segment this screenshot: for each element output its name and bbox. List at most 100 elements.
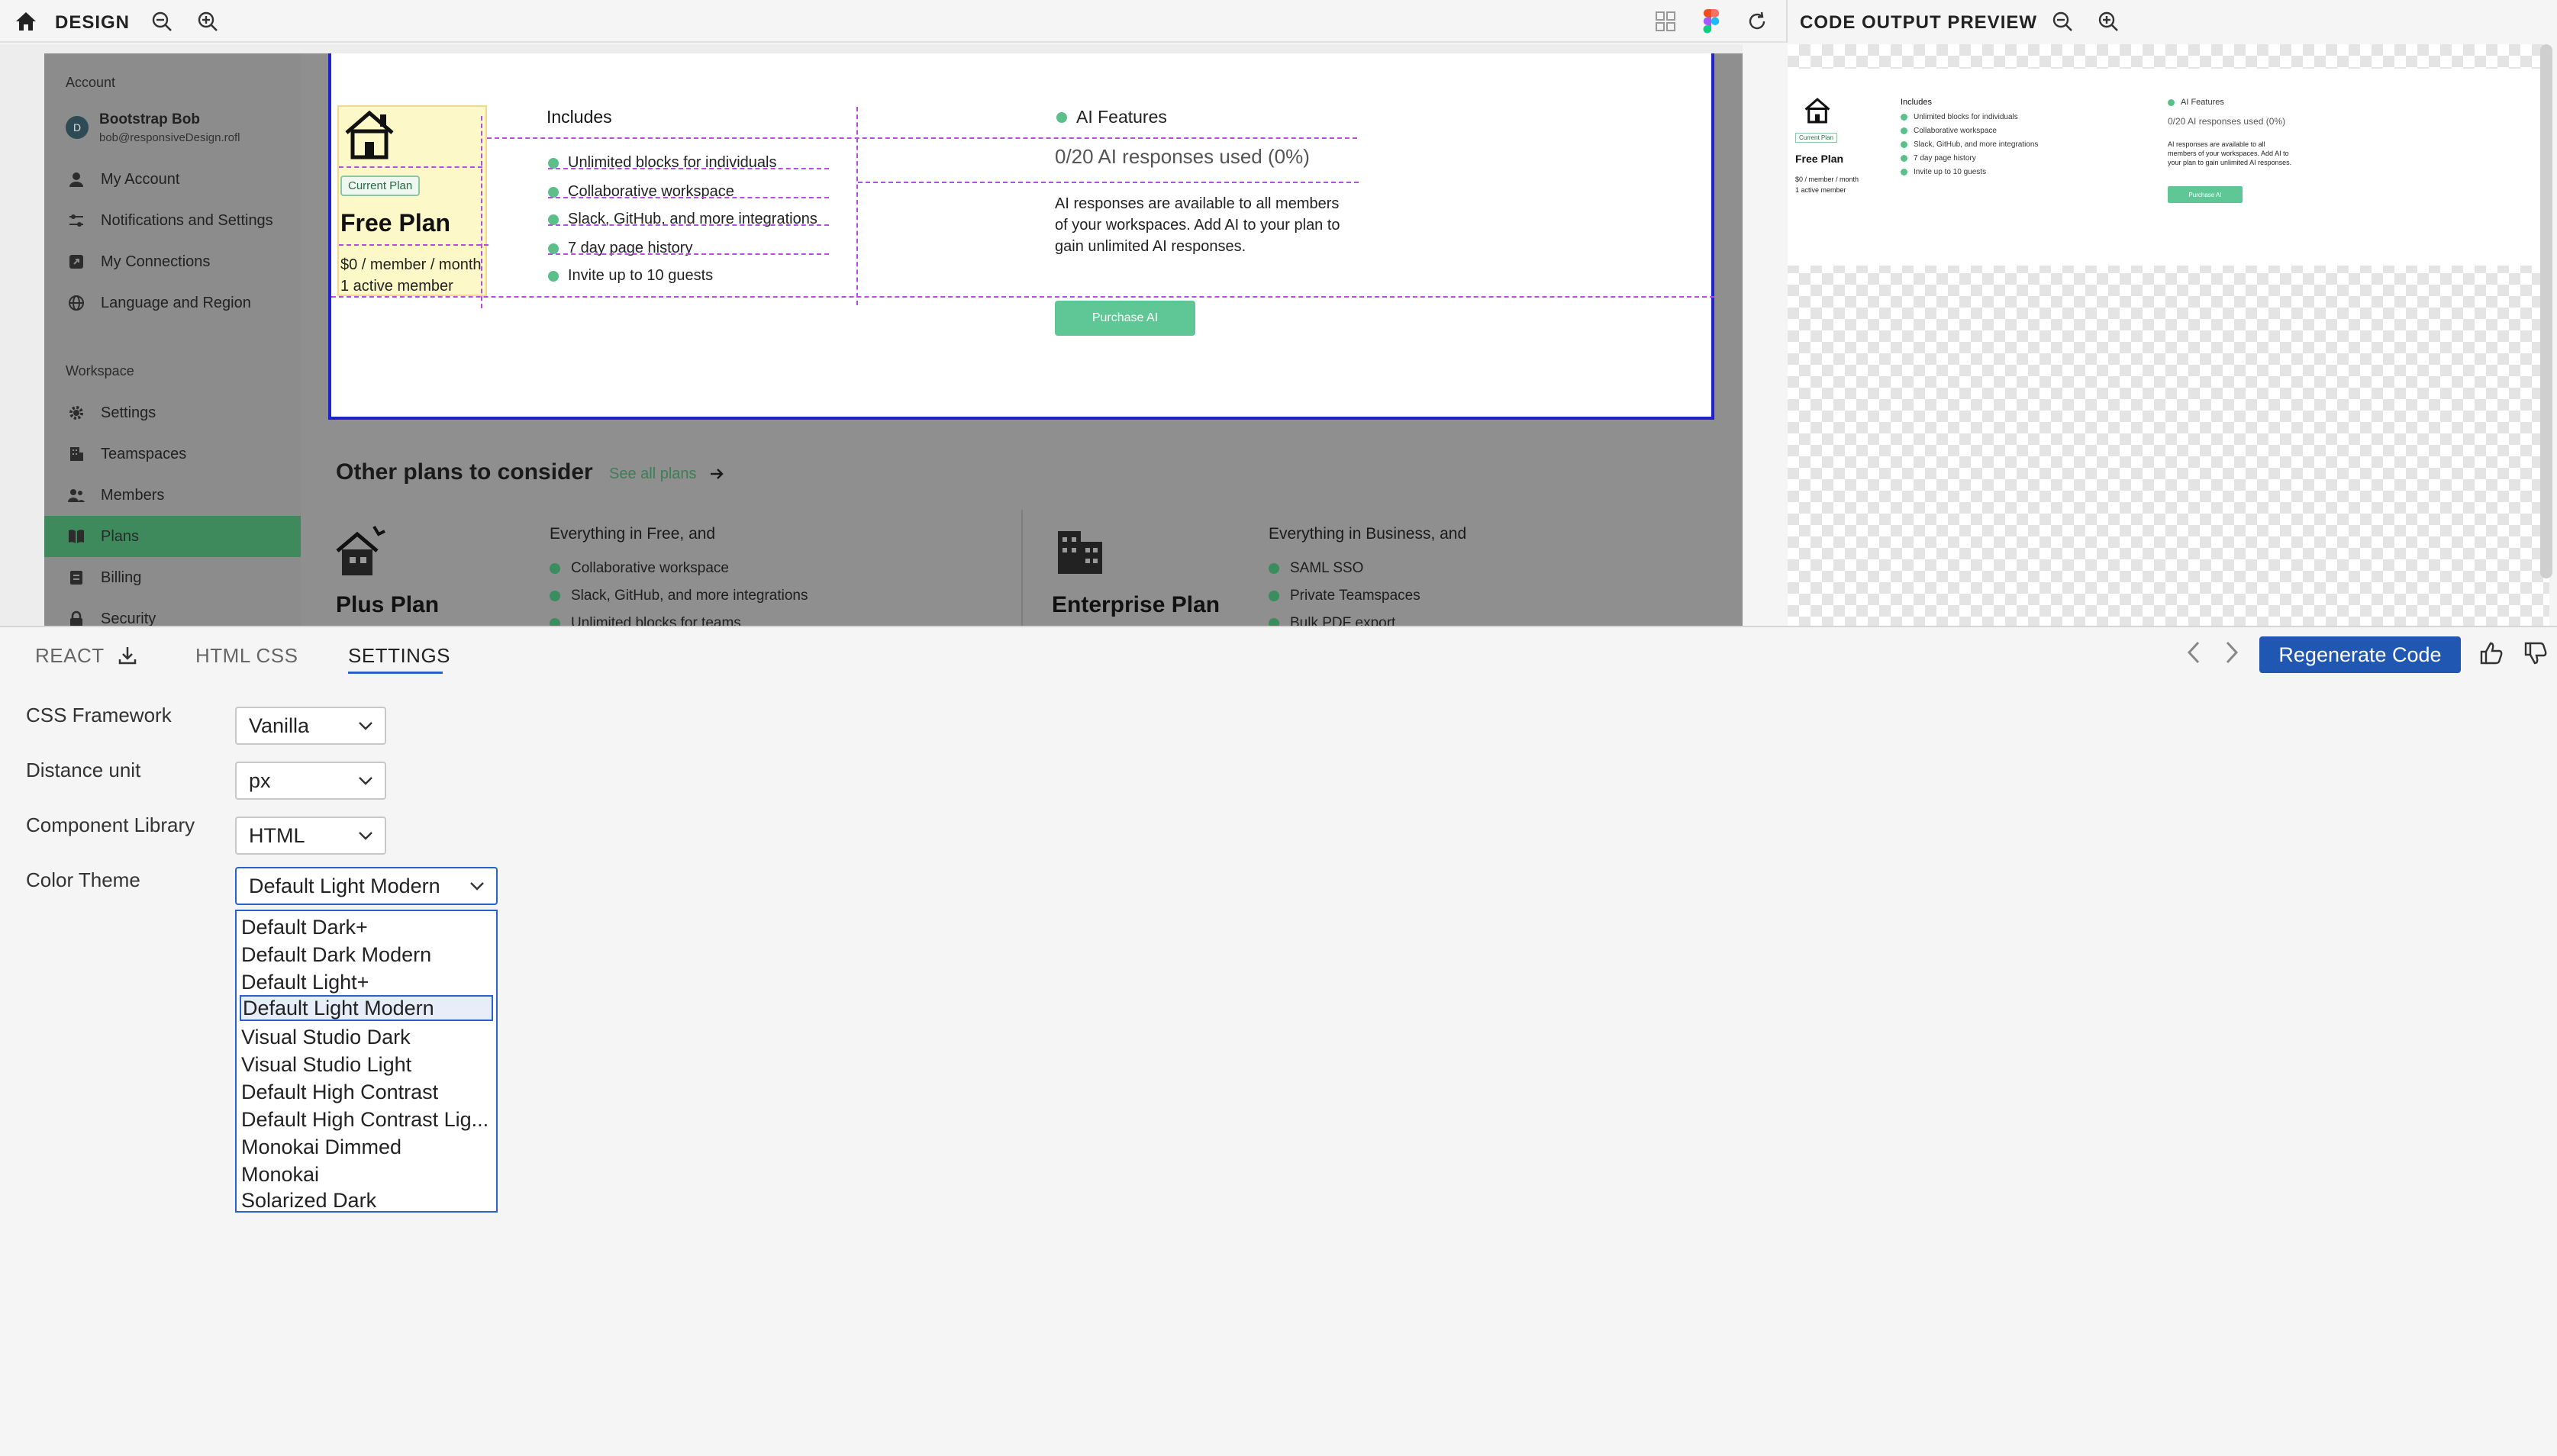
color-theme-option-selected[interactable]: Default Light Modern <box>240 995 493 1021</box>
chevron-down-icon <box>357 719 374 733</box>
check-bullet-icon <box>1901 127 1907 134</box>
next-arrow-icon[interactable] <box>2221 639 2241 665</box>
sidebar-item-label: Teamspaces <box>101 445 187 462</box>
sidebar-item-billing[interactable]: Billing <box>44 557 301 598</box>
color-theme-option[interactable]: Default Dark Modern <box>240 942 493 968</box>
plan-price: $0 / member / month <box>340 256 482 273</box>
color-theme-option[interactable]: Monokai <box>240 1161 493 1187</box>
check-bullet-icon <box>1901 141 1907 148</box>
plan-feature: Slack, GitHub, and more integrations <box>571 588 808 604</box>
preview-include-text: Slack, GitHub, and more integrations <box>1914 140 2039 149</box>
color-theme-select[interactable]: Default Light Modern <box>235 867 498 905</box>
sidebar-item-plans[interactable]: Plans <box>44 516 301 557</box>
color-theme-option[interactable]: Visual Studio Dark <box>240 1024 493 1050</box>
regenerate-code-button[interactable]: Regenerate Code <box>2259 636 2461 673</box>
tab-html-css[interactable]: HTML CSS <box>195 644 298 668</box>
sidebar-item-members[interactable]: Members <box>44 475 301 516</box>
grid-view-icon[interactable] <box>1653 9 1678 34</box>
select-value: HTML <box>249 823 305 847</box>
figma-icon[interactable] <box>1699 8 1723 35</box>
workspace-section-label: Workspace <box>66 363 134 378</box>
sliders-icon <box>66 210 87 231</box>
refresh-icon[interactable] <box>1745 9 1769 34</box>
distance-unit-select[interactable]: px <box>235 762 386 800</box>
select-value: px <box>249 768 271 792</box>
preview-plan-members: 1 active member <box>1795 186 1846 194</box>
download-icon[interactable] <box>116 644 139 667</box>
sidebar-item-my-account[interactable]: My Account <box>44 159 301 200</box>
ai-features-heading: AI Features <box>1056 107 1167 127</box>
check-bullet-icon <box>548 214 559 225</box>
receipt-icon <box>66 567 87 588</box>
chevron-down-icon <box>469 879 485 893</box>
check-bullet-icon <box>1269 591 1279 601</box>
ai-description-line: of your workspaces. Add AI to your plan … <box>1055 217 1340 234</box>
users-icon <box>66 485 87 506</box>
link-out-icon <box>66 251 87 272</box>
arrow-right-icon[interactable] <box>708 465 725 482</box>
zoom-in-icon[interactable] <box>195 9 220 34</box>
preview-include-text: Invite up to 10 guests <box>1914 168 1987 176</box>
see-all-plans-link[interactable]: See all plans <box>609 465 697 483</box>
component-library-select[interactable]: HTML <box>235 817 386 855</box>
color-theme-option[interactable]: Default High Contrast <box>240 1079 493 1105</box>
check-bullet-icon <box>1901 114 1907 121</box>
design-title: DESIGN <box>55 12 131 33</box>
code-output-preview[interactable]: Current Plan Free Plan $0 / member / mon… <box>1788 44 2549 626</box>
purchase-ai-button[interactable]: Purchase AI <box>1055 301 1195 336</box>
guide-line <box>339 244 489 246</box>
sidebar-item-connections[interactable]: My Connections <box>44 241 301 282</box>
thumbs-up-icon[interactable] <box>2479 641 2504 665</box>
list-item: Invite up to 10 guests <box>548 267 713 285</box>
color-theme-option[interactable]: Monokai Dimmed <box>240 1134 493 1160</box>
preview-scrollbar[interactable] <box>2540 44 2552 578</box>
ai-usage: 0/20 AI responses used (0%) <box>1055 145 1310 168</box>
active-tab-underline <box>348 672 443 674</box>
color-theme-option[interactable]: Visual Studio Light <box>240 1052 493 1078</box>
sidebar-item-label: Language and Region <box>101 294 251 311</box>
guide-line <box>858 182 1359 183</box>
sidebar-item-label: My Account <box>101 170 180 188</box>
list-item: Bulk PDF export <box>1269 615 1395 626</box>
tab-react[interactable]: REACT <box>35 644 105 668</box>
color-theme-option[interactable]: Default Dark+ <box>240 914 493 940</box>
preview-ai-description-line: your plan to gain unlimited AI responses… <box>2168 159 2292 166</box>
sidebar-item-language[interactable]: Language and Region <box>44 282 301 324</box>
list-item: Unlimited blocks for teams <box>550 615 741 626</box>
design-toolbar: DESIGN <box>0 0 1786 43</box>
enterprise-plan-icon <box>1052 520 1108 577</box>
sidebar-item-notifications[interactable]: Notifications and Settings <box>44 200 301 241</box>
preview-toolbar: CODE OUTPUT PREVIEW <box>1786 0 2557 43</box>
check-bullet-icon <box>550 563 560 574</box>
home-icon[interactable] <box>14 9 38 34</box>
check-bullet-icon <box>550 618 560 626</box>
check-bullet-icon <box>1901 169 1907 176</box>
preview-zoom-out-icon[interactable] <box>2050 9 2075 34</box>
sidebar-item-settings[interactable]: Settings <box>44 392 301 433</box>
preview-ai-usage: 0/20 AI responses used (0%) <box>2168 116 2286 127</box>
previous-arrow-icon[interactable] <box>2185 639 2204 665</box>
current-plan-card[interactable]: Current Plan Free Plan $0 / member / mon… <box>328 53 1714 420</box>
color-theme-option[interactable]: Solarized Dark <box>240 1187 493 1213</box>
css-framework-label: CSS Framework <box>26 704 172 726</box>
css-framework-select[interactable]: Vanilla <box>235 707 386 745</box>
sidebar-item-security[interactable]: Security <box>44 598 301 626</box>
zoom-out-icon[interactable] <box>150 9 174 34</box>
color-theme-option[interactable]: Default High Contrast Lig... <box>240 1106 493 1132</box>
thumbs-down-icon[interactable] <box>2523 641 2548 665</box>
sidebar-item-teamspaces[interactable]: Teamspaces <box>44 433 301 475</box>
preview-zoom-in-icon[interactable] <box>2096 9 2120 34</box>
check-bullet-icon <box>1269 618 1279 626</box>
ai-bullet-icon <box>2168 98 2175 106</box>
design-canvas: Account D Bootstrap Bob bob@responsiveDe… <box>0 44 1743 626</box>
book-icon <box>66 526 87 547</box>
lock-icon <box>66 608 87 626</box>
plan-feature: Unlimited blocks for teams <box>571 615 741 626</box>
plan-feature: SAML SSO <box>1290 560 1364 576</box>
color-theme-option[interactable]: Default Light+ <box>240 969 493 995</box>
tab-settings[interactable]: SETTINGS <box>348 644 450 668</box>
preview-purchase-ai-button[interactable]: Purchase AI <box>2168 186 2243 203</box>
plan-members: 1 active member <box>340 278 453 295</box>
check-bullet-icon <box>1269 563 1279 574</box>
sidebar-item-label: Settings <box>101 404 156 421</box>
